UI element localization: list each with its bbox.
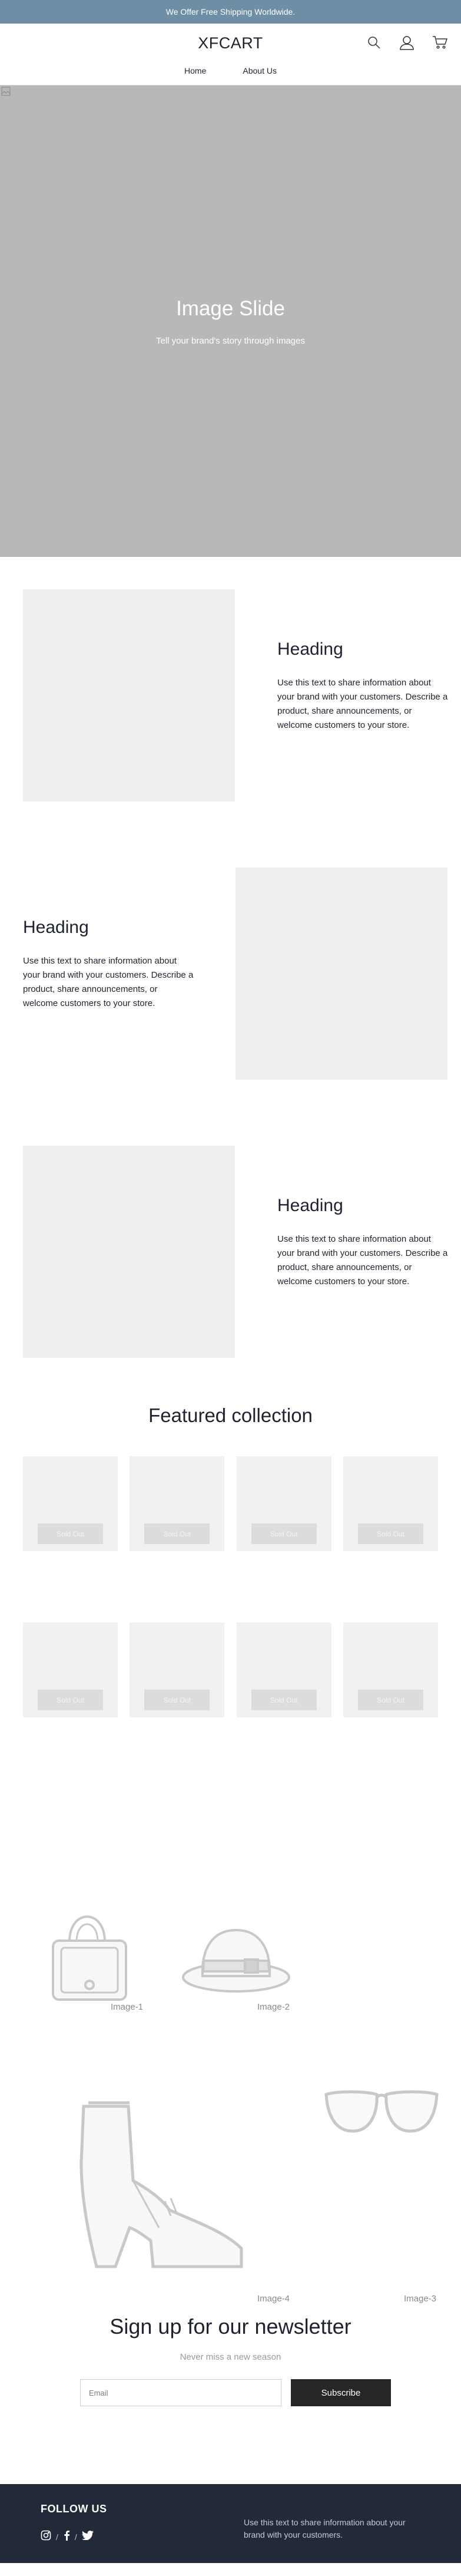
broken-image-icon [1, 87, 11, 99]
sunglasses-image[interactable] [324, 2086, 439, 2140]
featured-collection: Featured collection Sold Out Sold Out So… [0, 1391, 461, 1789]
product-card[interactable]: Sold Out [23, 1456, 118, 1551]
sold-out-badge: Sold Out [38, 1690, 103, 1710]
featured-title: Featured collection [148, 1404, 313, 1426]
product-card[interactable]: Sold Out [130, 1622, 225, 1717]
sold-out-badge: Sold Out [357, 1523, 423, 1544]
sold-out-badge: Sold Out [38, 1523, 103, 1544]
email-field[interactable] [80, 2379, 281, 2406]
section-heading: Heading [23, 918, 89, 937]
cart-icon[interactable] [429, 32, 450, 53]
search-icon[interactable] [363, 32, 384, 53]
nav-item-about-us[interactable]: About Us [243, 66, 277, 75]
product-grid: Sold Out Sold Out Sold Out Sold Out Sold… [0, 1456, 461, 1789]
sold-out-badge: Sold Out [357, 1690, 423, 1710]
gallery-caption: Image-2 [257, 2002, 290, 2012]
image-placeholder [23, 589, 235, 802]
subscribe-button[interactable]: Subscribe [291, 2379, 391, 2406]
high-heel-shoe-image[interactable] [77, 2092, 245, 2275]
image-placeholder [236, 868, 447, 1080]
social-separator: / [74, 2532, 77, 2542]
product-row: Sold Out Sold Out Sold Out Sold Out [23, 1622, 438, 1789]
section-heading: Heading [277, 1196, 343, 1215]
text-block: Heading Use this text to share informati… [277, 639, 448, 733]
announcement-bar: We Offer Free Shipping Worldwide. [0, 0, 461, 24]
image-with-text-2: Heading Use this text to share informati… [0, 835, 461, 1113]
product-card[interactable]: Sold Out [343, 1456, 438, 1551]
newsletter-title: Sign up for our newsletter [110, 2314, 351, 2338]
sold-out-badge: Sold Out [251, 1523, 317, 1544]
product-card[interactable]: Sold Out [23, 1622, 118, 1717]
image-with-text-3: Heading Use this text to share informati… [0, 1113, 461, 1391]
gallery-caption: Image-1 [111, 2002, 144, 2012]
hat-image[interactable] [180, 1924, 292, 1997]
sold-out-badge: Sold Out [144, 1523, 210, 1544]
sold-out-badge: Sold Out [251, 1690, 317, 1710]
twitter-icon[interactable] [81, 2531, 94, 2543]
product-row: Sold Out Sold Out Sold Out Sold Out [23, 1456, 438, 1622]
social-separator: / [56, 2532, 58, 2542]
section-body: Use this text to share information about… [277, 1234, 448, 1287]
product-card[interactable]: Sold Out [343, 1622, 438, 1717]
product-card[interactable]: Sold Out [130, 1456, 225, 1551]
newsletter-subtitle: Never miss a new season [180, 2352, 281, 2362]
sold-out-badge: Sold Out [144, 1690, 210, 1710]
newsletter-form: Subscribe [80, 2379, 391, 2406]
site-header: XFCART Home About Us [0, 24, 461, 85]
footer-about-text: Use this text to share information about… [244, 2518, 406, 2539]
nav-item-home[interactable]: Home [184, 66, 206, 75]
image-gallery: Image-1 Image-2 Image-4 Image-3 [0, 1789, 461, 2304]
text-block: Heading Use this text to share informati… [23, 918, 194, 1011]
hero-title: Image Slide [176, 296, 285, 320]
announcement-text: We Offer Free Shipping Worldwide. [165, 7, 296, 17]
follow-us-title: FOLLOW US [41, 2503, 107, 2515]
image-placeholder [23, 1146, 235, 1358]
hero-subtitle: Tell your brand's story through images [156, 335, 305, 346]
newsletter-section: Sign up for our newsletter Never miss a … [0, 2284, 461, 2484]
header-icons [363, 32, 450, 53]
facebook-icon[interactable] [63, 2530, 70, 2544]
handbag-image[interactable] [46, 1905, 133, 2008]
account-icon[interactable] [396, 32, 417, 53]
section-heading: Heading [277, 639, 343, 659]
section-body: Use this text to share information about… [23, 956, 194, 1008]
text-block: Heading Use this text to share informati… [277, 1196, 448, 1289]
site-footer: FOLLOW US / / Use this text to share inf… [0, 2484, 461, 2563]
product-card[interactable]: Sold Out [236, 1622, 331, 1717]
main-nav: Home About Us [0, 66, 461, 75]
image-with-text-1: Heading Use this text to share informati… [0, 557, 461, 835]
social-links: / / [41, 2530, 94, 2544]
instagram-icon[interactable] [41, 2530, 51, 2544]
section-body: Use this text to share information about… [277, 678, 448, 730]
product-card[interactable]: Sold Out [236, 1456, 331, 1551]
hero-slideshow[interactable]: Image Slide Tell your brand's story thro… [0, 85, 461, 557]
